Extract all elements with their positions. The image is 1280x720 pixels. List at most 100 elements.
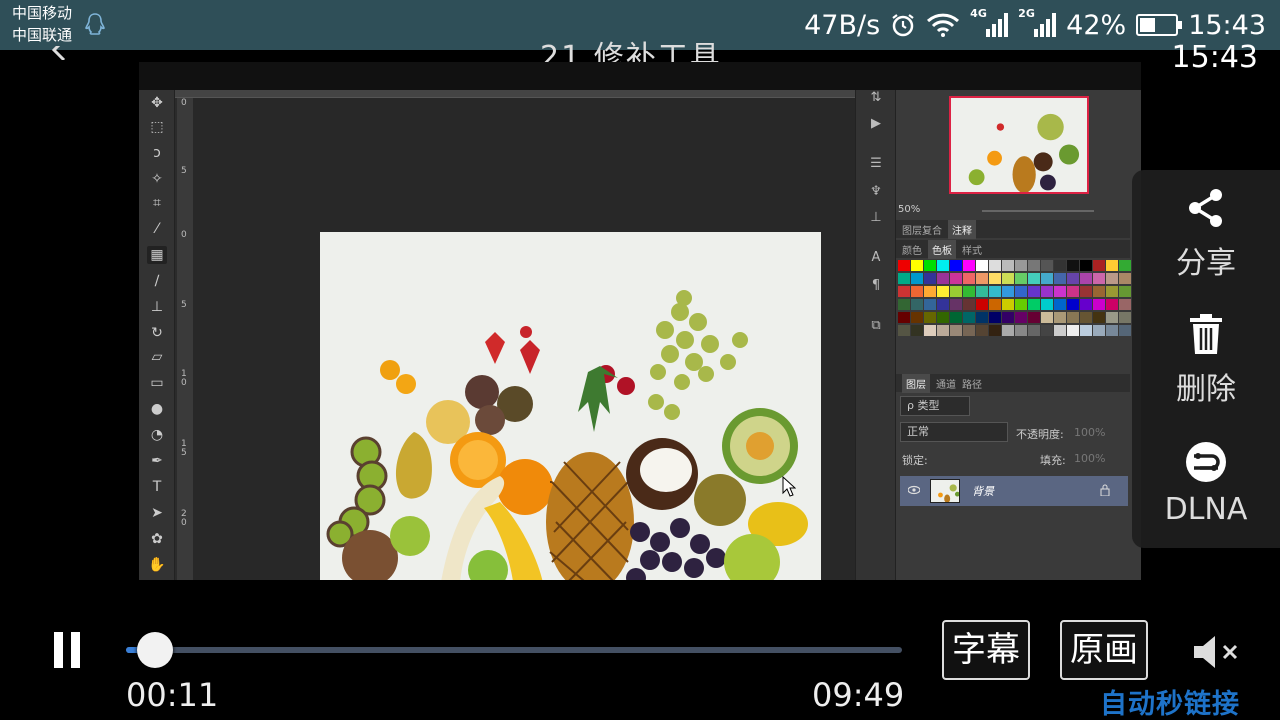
swatch[interactable] xyxy=(1080,286,1092,297)
swatch[interactable] xyxy=(911,273,923,284)
swatch[interactable] xyxy=(1067,312,1079,323)
swatch[interactable] xyxy=(1054,286,1066,297)
dlna-button[interactable]: DLNA xyxy=(1132,440,1280,527)
blend-mode-select[interactable]: 正常 xyxy=(900,422,1008,442)
share-button[interactable]: 分享 xyxy=(1132,186,1280,282)
adjustments-icon[interactable]: ☰ xyxy=(868,156,884,172)
swatch[interactable] xyxy=(924,312,936,323)
patch-tool-icon[interactable]: ▦ xyxy=(147,246,167,264)
opacity-value[interactable]: 100% xyxy=(1074,426,1105,439)
swatch[interactable] xyxy=(963,286,975,297)
hand-tool-icon[interactable]: ✋ xyxy=(147,556,167,574)
swatch[interactable] xyxy=(1002,286,1014,297)
swatch[interactable] xyxy=(937,299,949,310)
swatch[interactable] xyxy=(1119,299,1131,310)
delete-button[interactable]: 删除 xyxy=(1132,312,1280,408)
swatch[interactable] xyxy=(1028,286,1040,297)
swatch[interactable] xyxy=(989,273,1001,284)
swatch[interactable] xyxy=(1106,260,1118,271)
marquee-tool-icon[interactable]: ⬚ xyxy=(147,118,167,136)
swatch[interactable] xyxy=(898,299,910,310)
pause-button[interactable] xyxy=(54,632,80,668)
swatch[interactable] xyxy=(1054,273,1066,284)
swatch[interactable] xyxy=(1041,299,1053,310)
lasso-tool-icon[interactable]: ↄ xyxy=(147,144,167,162)
3d-icon[interactable]: ⧉ xyxy=(868,318,884,334)
swatch[interactable] xyxy=(1093,299,1105,310)
swatch[interactable] xyxy=(989,325,1001,336)
swatch[interactable] xyxy=(898,286,910,297)
swatch[interactable] xyxy=(1028,325,1040,336)
swatch[interactable] xyxy=(1080,299,1092,310)
swatch[interactable] xyxy=(1028,260,1040,271)
swatch[interactable] xyxy=(1002,260,1014,271)
blur-tool-icon[interactable]: ● xyxy=(147,400,167,418)
swatch[interactable] xyxy=(1054,325,1066,336)
swatch[interactable] xyxy=(1041,260,1053,271)
swatch[interactable] xyxy=(1015,312,1027,323)
gradient-tool-icon[interactable]: ▭ xyxy=(147,374,167,392)
swatch[interactable] xyxy=(989,286,1001,297)
swatch[interactable] xyxy=(924,273,936,284)
swatch[interactable] xyxy=(1119,273,1131,284)
swatch[interactable] xyxy=(1080,260,1092,271)
move-tool-icon[interactable]: ✥ xyxy=(147,94,167,112)
zoom-slider[interactable] xyxy=(982,210,1094,212)
swatch[interactable] xyxy=(950,312,962,323)
actions-play-icon[interactable]: ▶ xyxy=(868,116,884,132)
swatch[interactable] xyxy=(898,325,910,336)
swatch[interactable] xyxy=(963,273,975,284)
swatch[interactable] xyxy=(950,325,962,336)
navigator-thumbnail[interactable] xyxy=(949,96,1089,194)
swatch[interactable] xyxy=(989,260,1001,271)
swatch[interactable] xyxy=(1041,286,1053,297)
swatch[interactable] xyxy=(937,312,949,323)
swatch[interactable] xyxy=(976,325,988,336)
swatch[interactable] xyxy=(1106,325,1118,336)
swatch[interactable] xyxy=(937,325,949,336)
brush-presets-icon[interactable]: ♆ xyxy=(868,184,884,200)
swatch[interactable] xyxy=(1093,312,1105,323)
swatch[interactable] xyxy=(937,273,949,284)
swatch[interactable] xyxy=(1015,273,1027,284)
tab-layers[interactable]: 图层 xyxy=(902,373,930,393)
swatch[interactable] xyxy=(1119,325,1131,336)
swatch[interactable] xyxy=(950,260,962,271)
swatch[interactable] xyxy=(1093,260,1105,271)
swatch[interactable] xyxy=(1093,286,1105,297)
swatch[interactable] xyxy=(1002,299,1014,310)
swatch[interactable] xyxy=(976,273,988,284)
swatch[interactable] xyxy=(911,325,923,336)
canvas-area[interactable] xyxy=(193,98,855,588)
swatch[interactable] xyxy=(1015,325,1027,336)
swatch[interactable] xyxy=(1080,325,1092,336)
tab-color[interactable]: 颜色 xyxy=(902,242,922,257)
back-arrow-icon[interactable] xyxy=(50,46,68,60)
swatch[interactable] xyxy=(1041,273,1053,284)
tab-styles[interactable]: 样式 xyxy=(962,242,982,257)
swatch[interactable] xyxy=(898,312,910,323)
swatch[interactable] xyxy=(1093,273,1105,284)
swatch[interactable] xyxy=(1002,273,1014,284)
pen-tool-icon[interactable]: ✒ xyxy=(147,452,167,470)
type-tool-icon[interactable]: T xyxy=(147,478,167,496)
character-icon[interactable]: A xyxy=(868,250,884,266)
swatch[interactable] xyxy=(911,312,923,323)
swatch[interactable] xyxy=(1041,312,1053,323)
swatch[interactable] xyxy=(937,260,949,271)
swatch[interactable] xyxy=(924,286,936,297)
swatch[interactable] xyxy=(1119,286,1131,297)
history-icon[interactable]: ⇅ xyxy=(868,90,884,106)
swatch[interactable] xyxy=(898,260,910,271)
swatch[interactable] xyxy=(950,286,962,297)
swatch[interactable] xyxy=(1080,273,1092,284)
tab-notes[interactable]: 注释 xyxy=(948,219,976,239)
swatch[interactable] xyxy=(1106,286,1118,297)
swatch[interactable] xyxy=(989,299,1001,310)
tab-paths[interactable]: 路径 xyxy=(962,376,982,391)
tab-swatches[interactable]: 色板 xyxy=(928,239,956,259)
swatch[interactable] xyxy=(1106,312,1118,323)
swatch[interactable] xyxy=(1002,312,1014,323)
swatch[interactable] xyxy=(924,299,936,310)
swatch[interactable] xyxy=(1067,299,1079,310)
